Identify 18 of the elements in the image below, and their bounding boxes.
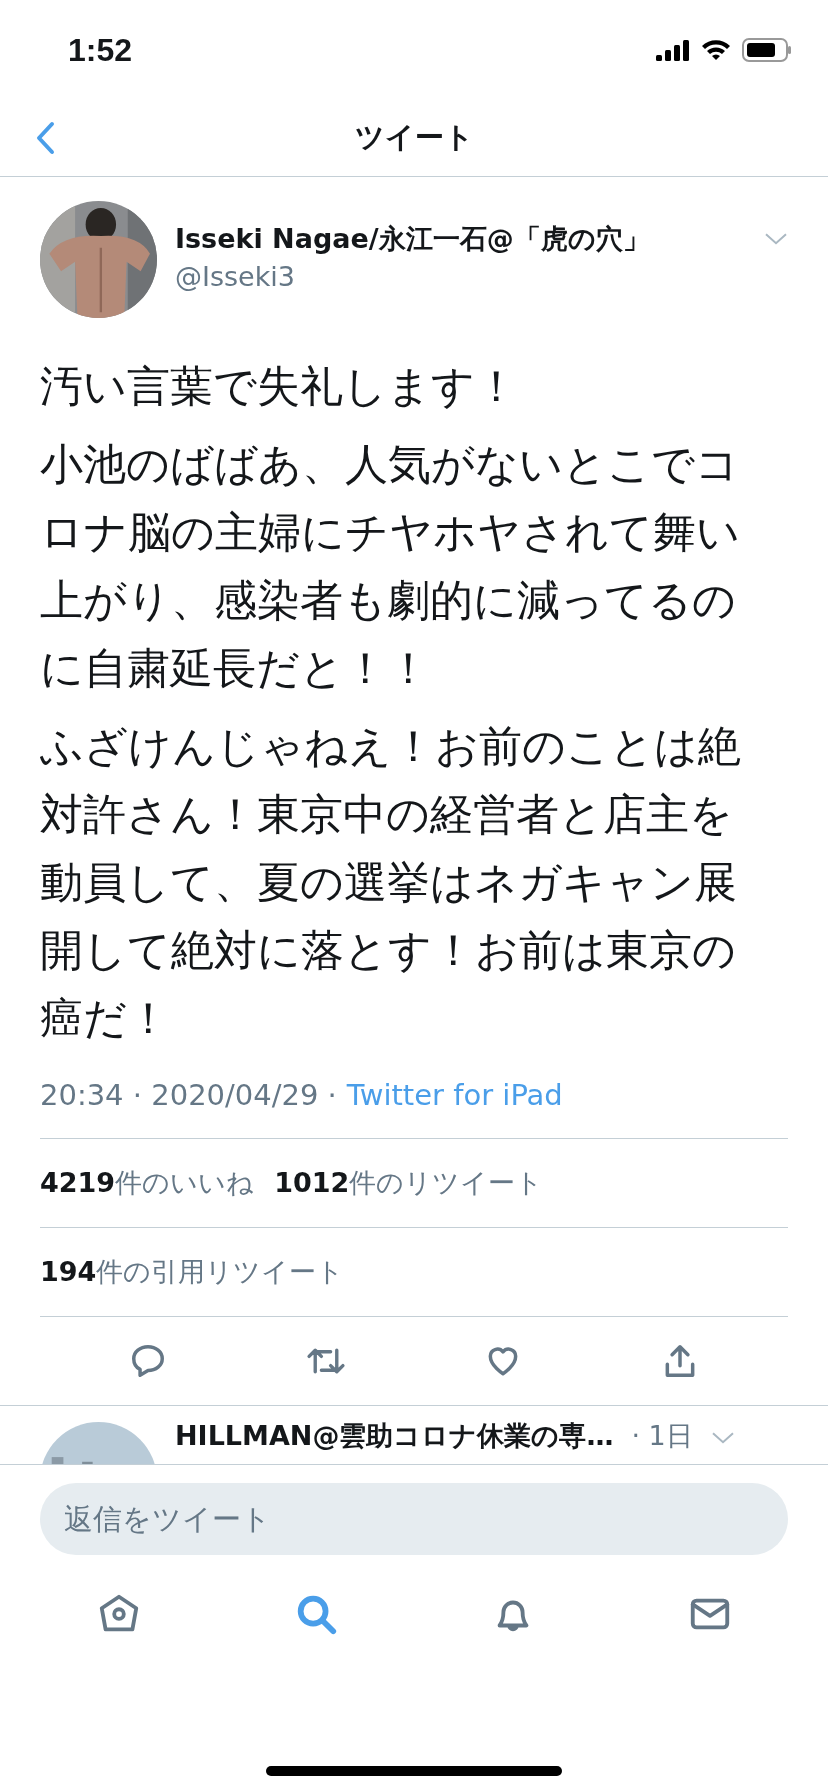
back-icon[interactable] <box>34 120 56 156</box>
author-handle: @Isseki3 <box>175 261 297 292</box>
wifi-icon <box>700 38 732 62</box>
reply-input-field[interactable]: 返信をツイート <box>40 1483 788 1555</box>
stat-count[interactable]: 1012件のリツイート <box>274 1165 544 1201</box>
tweet-timestamp: 20:34 · 2020/04/29 · <box>40 1078 337 1112</box>
page-title: ツイート <box>354 119 474 156</box>
stat-count[interactable]: 194件の引用リツイート <box>40 1254 345 1290</box>
tweet-text: ふざけんじゃねえ！お前のことは絶対許さん！東京中の経営者と店主を動員して、夏の選挙はネガキャン展開して絶対に落とす！お前は東京の癌だ！ <box>40 720 742 1045</box>
reply-author-name: HILLMAN@雲助コロナ休業の専… <box>175 1419 614 1453</box>
status-time: 1:52 <box>68 31 133 69</box>
author-name: Isseki Nagae/永江一石@「虎の穴」 <box>175 222 651 256</box>
stat-count[interactable]: 4219件のいいね <box>40 1165 255 1201</box>
tweet-text: 汚い言葉で失礼します！ <box>40 360 519 413</box>
signal-icon <box>656 39 690 61</box>
reply-age: · 1日 <box>631 1419 693 1453</box>
tweet-text: 小池のばばあ、人気がないとこでコロナ脳の主婦にチヤホヤされて舞い上がり、感染者も劇的に減ってるのに自粛延長だと！！ <box>40 438 741 695</box>
battery-icon <box>742 38 792 62</box>
